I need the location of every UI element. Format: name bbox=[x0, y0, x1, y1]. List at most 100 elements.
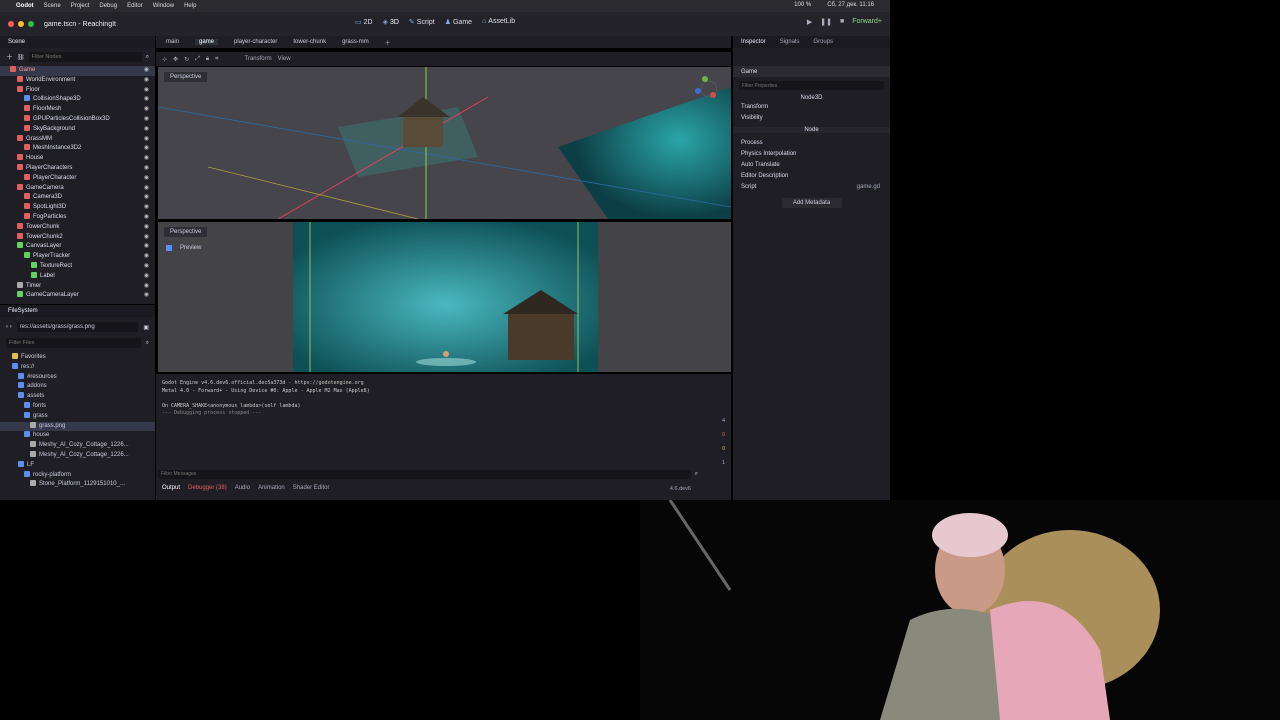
scene-node[interactable]: FogParticles ◉ bbox=[0, 212, 155, 223]
scene-node[interactable]: GPUParticlesCollisionBox3D ◉ bbox=[0, 114, 155, 125]
scene-node[interactable]: Camera3D ◉ bbox=[0, 193, 155, 203]
scene-node[interactable]: Floor ◉ bbox=[0, 85, 155, 96]
scene-node[interactable]: TowerChunk ◉ bbox=[0, 222, 155, 233]
viewport-top[interactable]: Perspective bbox=[158, 67, 731, 219]
visibility-icon[interactable]: ◉ bbox=[144, 66, 149, 76]
view-menu[interactable]: View bbox=[278, 56, 291, 62]
visibility-icon[interactable]: ◉ bbox=[144, 223, 149, 233]
visibility-icon[interactable]: ◉ bbox=[144, 95, 149, 105]
visibility-icon[interactable]: ◉ bbox=[144, 272, 149, 282]
scene-node[interactable]: Label ◉ bbox=[0, 271, 155, 282]
tab-player-character[interactable]: player-character bbox=[234, 39, 277, 45]
scene-node[interactable]: PlayerCharacter ◉ bbox=[0, 173, 155, 184]
section-process[interactable]: Process bbox=[733, 137, 890, 148]
scene-node[interactable]: SkyBackground ◉ bbox=[0, 124, 155, 135]
file-item[interactable]: assets bbox=[0, 392, 155, 402]
perspective-button-top[interactable]: Perspective bbox=[164, 72, 208, 82]
scene-node[interactable]: GameCamera ◉ bbox=[0, 183, 155, 194]
tab-inspector[interactable]: Inspector bbox=[741, 39, 766, 45]
ws-game[interactable]: ♟ Game bbox=[445, 18, 472, 26]
zoom-window-button[interactable] bbox=[28, 21, 34, 27]
lock-icon[interactable]: 🔒︎ bbox=[206, 56, 209, 63]
link-icon[interactable]: ⛓ bbox=[17, 54, 25, 61]
ws-3d[interactable]: ◈ 3D bbox=[383, 18, 399, 26]
perspective-button-bottom[interactable]: Perspective bbox=[164, 227, 208, 237]
scene-node[interactable]: GameCameraLayer ◉ bbox=[0, 291, 155, 301]
visibility-icon[interactable]: ◉ bbox=[144, 154, 149, 164]
visibility-icon[interactable]: ◉ bbox=[144, 262, 149, 272]
menu-scene[interactable]: Scene bbox=[44, 3, 61, 9]
rotate-tool-icon[interactable]: ↻ bbox=[184, 56, 189, 63]
script-field[interactable]: game.gd bbox=[857, 184, 880, 190]
snap-icon[interactable]: ⌗ bbox=[215, 56, 218, 63]
visibility-icon[interactable]: ◉ bbox=[144, 242, 149, 252]
tab-game[interactable]: game bbox=[195, 39, 219, 45]
scale-tool-icon[interactable]: ⤢ bbox=[195, 56, 200, 63]
scene-node[interactable]: CanvasLayer ◉ bbox=[0, 242, 155, 252]
visibility-icon[interactable]: ◉ bbox=[144, 135, 149, 145]
scene-node[interactable]: GrassMM ◉ bbox=[0, 134, 155, 145]
section-visibility[interactable]: Visibility bbox=[733, 112, 890, 123]
visibility-icon[interactable]: ◉ bbox=[144, 291, 149, 301]
visibility-icon[interactable]: ◉ bbox=[144, 213, 149, 223]
search-icon[interactable]: ⌕ bbox=[146, 340, 149, 347]
count-warnings[interactable]: 0 bbox=[722, 446, 725, 452]
filter-messages-input[interactable] bbox=[158, 469, 691, 479]
preview-toggle[interactable]: Preview bbox=[166, 245, 201, 251]
visibility-icon[interactable]: ◉ bbox=[144, 105, 149, 115]
scene-node[interactable]: SpotLight3D ◉ bbox=[0, 203, 155, 213]
file-item[interactable]: addons bbox=[0, 382, 155, 392]
scene-node[interactable]: FloorMesh ◉ bbox=[0, 105, 155, 115]
visibility-icon[interactable]: ◉ bbox=[144, 125, 149, 135]
tab-output[interactable]: Output bbox=[162, 485, 180, 491]
visibility-icon[interactable]: ◉ bbox=[144, 233, 149, 243]
tab-scene[interactable]: Scene bbox=[8, 39, 25, 45]
tab-grass-mm[interactable]: grass-mm bbox=[342, 39, 369, 45]
menu-help[interactable]: Help bbox=[184, 3, 196, 9]
menu-editor[interactable]: Editor bbox=[127, 3, 143, 9]
file-item[interactable]: grass.png bbox=[0, 421, 155, 432]
add-node-icon[interactable]: ＋ bbox=[6, 52, 13, 62]
ws-2d[interactable]: ▭ 2D bbox=[355, 18, 373, 26]
count-errors[interactable]: 0 bbox=[722, 432, 725, 438]
visibility-icon[interactable]: ◉ bbox=[144, 164, 149, 174]
scene-node[interactable]: MeshInstance3D2 ◉ bbox=[0, 144, 155, 154]
renderer-select[interactable]: Forward+ bbox=[852, 18, 882, 26]
file-item[interactable]: Favorites bbox=[0, 353, 155, 363]
menu-window[interactable]: Window bbox=[153, 3, 174, 9]
scene-node[interactable]: PlayerCharacters ◉ bbox=[0, 163, 155, 174]
split-icon[interactable]: ▣ bbox=[143, 324, 149, 331]
path-field[interactable]: res://assets/grass/grass.png bbox=[16, 322, 139, 332]
filter-properties-input[interactable] bbox=[739, 81, 884, 90]
visibility-icon[interactable]: ◉ bbox=[144, 115, 149, 125]
add-tab-icon[interactable]: ＋ bbox=[385, 38, 391, 47]
ws-assetlib[interactable]: ⌂ AssetLib bbox=[482, 18, 515, 26]
visibility-icon[interactable]: ◉ bbox=[144, 252, 149, 262]
visibility-icon[interactable]: ◉ bbox=[144, 144, 149, 154]
viewport-bottom[interactable]: Perspective Preview bbox=[158, 222, 731, 372]
tab-shader-editor[interactable]: Shader Editor bbox=[293, 485, 330, 491]
section-physics-interpolation[interactable]: Physics Interpolation bbox=[733, 148, 890, 159]
move-tool-icon[interactable]: ✥ bbox=[173, 56, 178, 63]
stop-icon[interactable]: ■ bbox=[840, 18, 844, 26]
tab-debugger[interactable]: Debugger (38) bbox=[188, 485, 227, 491]
visibility-icon[interactable]: ◉ bbox=[144, 76, 149, 86]
file-item[interactable]: Meshy_AI_Cozy_Cottage_1226... bbox=[0, 441, 155, 451]
scene-node[interactable]: PlayerTracker ◉ bbox=[0, 252, 155, 262]
file-item[interactable]: grass bbox=[0, 411, 155, 422]
filter-nodes-input[interactable] bbox=[28, 52, 142, 62]
tab-groups[interactable]: Groups bbox=[813, 39, 833, 45]
count-messages[interactable]: 1 bbox=[722, 460, 725, 466]
menu-debug[interactable]: Debug bbox=[99, 3, 117, 9]
scene-node[interactable]: TextureRect ◉ bbox=[0, 261, 155, 272]
tab-tower-chunk[interactable]: tower-chunk bbox=[293, 39, 326, 45]
filesystem-title[interactable]: FileSystem bbox=[8, 308, 38, 314]
pause-icon[interactable]: ❚❚ bbox=[820, 18, 832, 26]
file-item[interactable]: Stone_Platform_1129151010_... bbox=[0, 480, 155, 490]
section-editor-description[interactable]: Editor Description bbox=[733, 170, 890, 181]
menu-project[interactable]: Project bbox=[71, 3, 90, 9]
scene-node[interactable]: Game ◉ bbox=[0, 66, 155, 76]
visibility-icon[interactable]: ◉ bbox=[144, 203, 149, 213]
play-icon[interactable]: ▶ bbox=[807, 18, 812, 26]
scene-node[interactable]: Timer ◉ bbox=[0, 281, 155, 292]
